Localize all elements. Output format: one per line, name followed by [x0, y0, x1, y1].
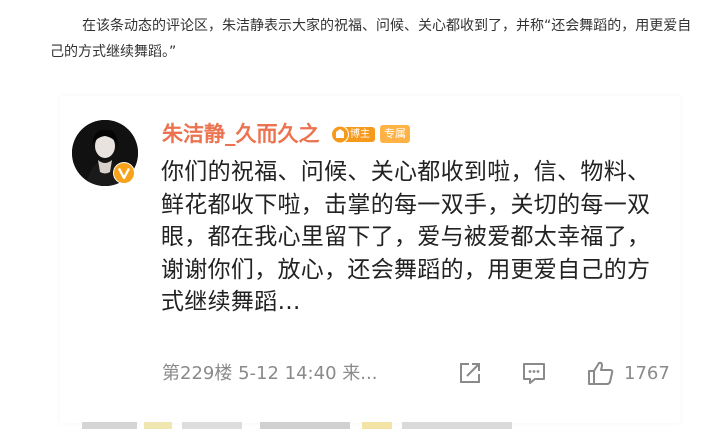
verified-v-icon [113, 162, 135, 184]
exclusive-badge: 专属 [380, 125, 410, 143]
comment-username[interactable]: 朱洁静_久而久之 [162, 121, 320, 147]
blogger-badge-label: 博主 [350, 129, 370, 140]
blogger-badge: 博主 [331, 125, 375, 144]
share-icon[interactable] [456, 359, 484, 391]
thumbs-up-icon[interactable] [586, 359, 616, 391]
comment-meta[interactable]: 第229楼 5-12 14:40 来... [162, 361, 377, 387]
like-count: 1767 [624, 363, 670, 384]
article-paragraph: 在该条动态的评论区，朱洁静表示大家的祝福、问候、关心都收到了，并称“还会舞蹈的，… [50, 18, 692, 60]
comment-text: 你们的祝福、问候、关心都收到啦，信、物料、鲜花都收下啦，击掌的每一双手，关切的每… [161, 159, 651, 315]
comment-icon[interactable] [520, 359, 548, 391]
next-comment-preview [82, 414, 532, 429]
